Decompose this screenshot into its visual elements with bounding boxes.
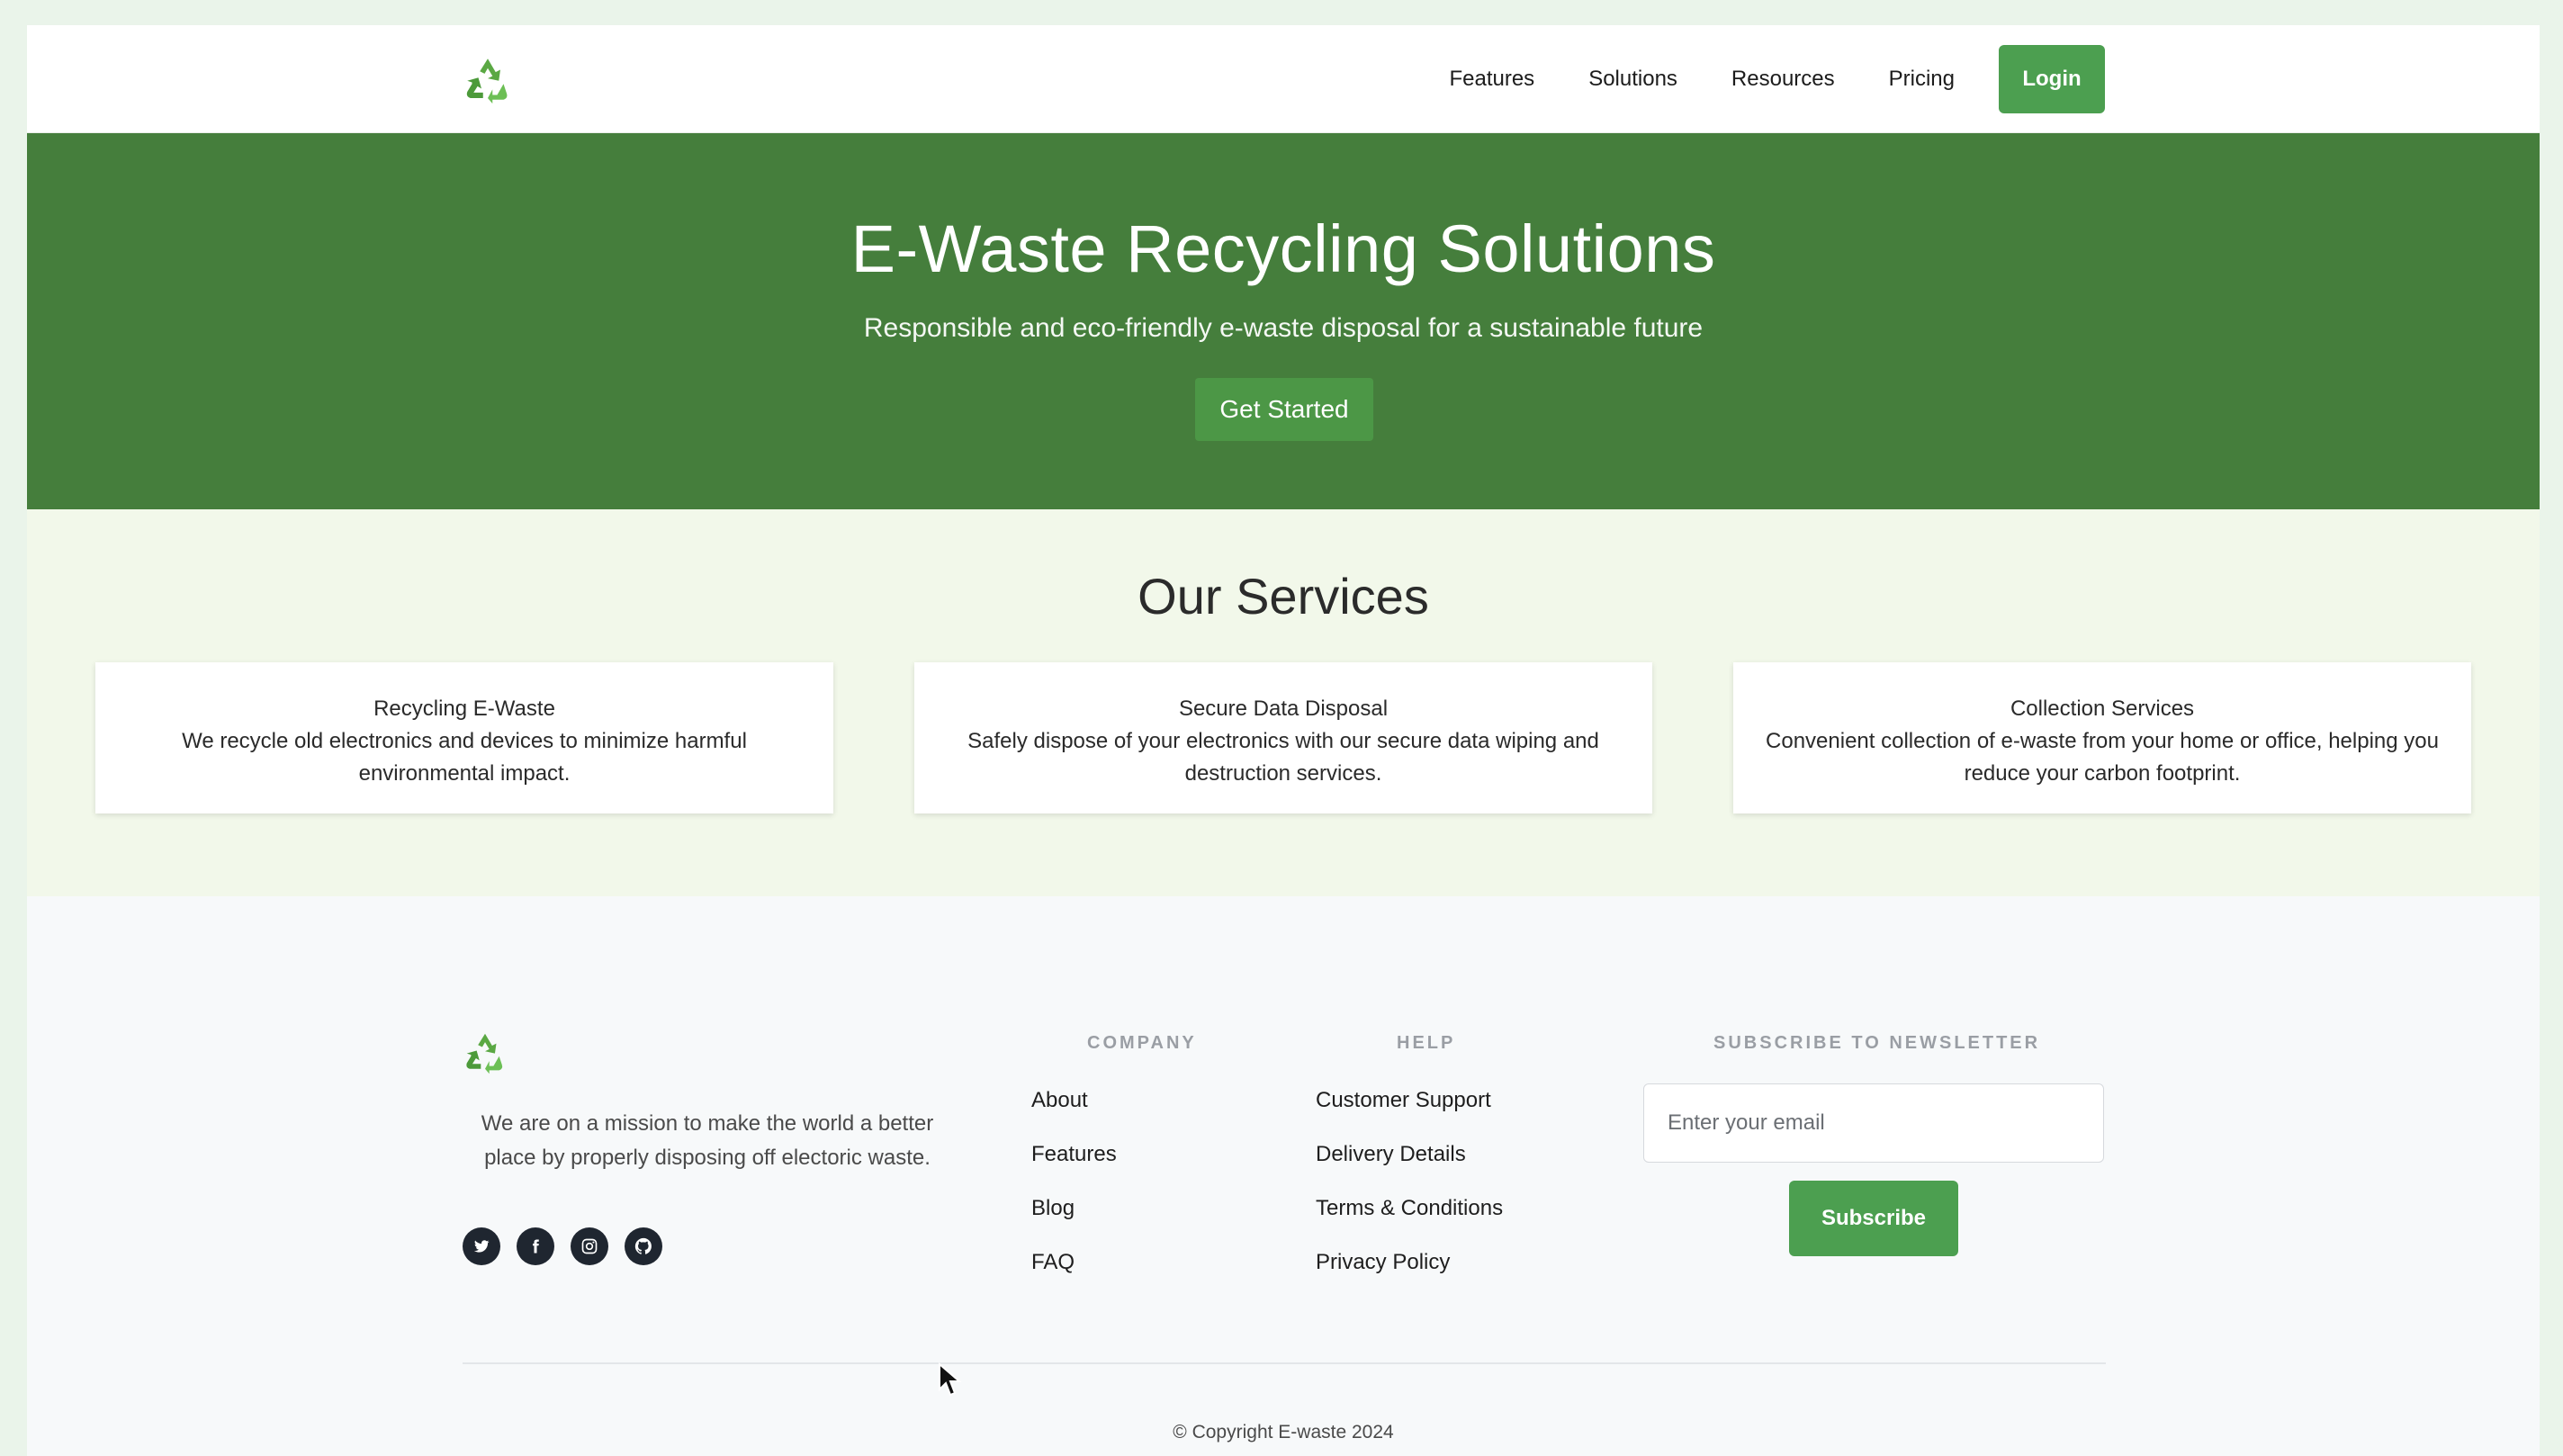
instagram-icon[interactable] — [571, 1227, 608, 1265]
footer-link-about[interactable]: About — [1031, 1087, 1117, 1141]
service-card-data-disposal: Secure Data Disposal Safely dispose of y… — [914, 662, 1652, 813]
nav-link-resources[interactable]: Resources — [1731, 67, 1835, 92]
service-cards: Recycling E-Waste We recycle old electro… — [95, 662, 2471, 813]
footer-link-faq[interactable]: FAQ — [1031, 1249, 1117, 1303]
hero-title: E-Waste Recycling Solutions — [850, 211, 1716, 286]
help-links: Customer Support Delivery Details Terms … — [1316, 1087, 1503, 1303]
get-started-button[interactable]: Get Started — [1195, 378, 1373, 441]
nav-link-features[interactable]: Features — [1449, 67, 1534, 92]
help-heading: HELP — [1397, 1033, 1456, 1053]
footer-link-privacy[interactable]: Privacy Policy — [1316, 1249, 1503, 1303]
company-heading: COMPANY — [1087, 1033, 1197, 1053]
service-card-desc: Convenient collection of e-waste from yo… — [1766, 729, 2439, 786]
nav-links: Features Solutions Resources Pricing — [1395, 25, 1955, 133]
service-card-title: Secure Data Disposal — [1178, 697, 1389, 721]
company-links: About Features Blog FAQ — [1031, 1087, 1117, 1303]
facebook-icon[interactable] — [517, 1227, 554, 1265]
service-card-collection: Collection Services Convenient collectio… — [1733, 662, 2471, 813]
footer-link-delivery-details[interactable]: Delivery Details — [1316, 1141, 1503, 1195]
footer-link-blog[interactable]: Blog — [1031, 1195, 1117, 1249]
subscribe-button[interactable]: Subscribe — [1789, 1181, 1958, 1256]
twitter-icon[interactable] — [463, 1227, 500, 1265]
footer-divider — [463, 1362, 2106, 1364]
navbar: Features Solutions Resources Pricing Log… — [27, 25, 2540, 133]
service-card-title: Collection Services — [2010, 697, 2195, 721]
footer-link-features[interactable]: Features — [1031, 1141, 1117, 1195]
service-card-desc: Safely dispose of your electronics with … — [967, 729, 1599, 786]
recycle-icon[interactable] — [463, 54, 513, 104]
services-section: Our Services Recycling E-Waste We recycl… — [27, 509, 2540, 896]
footer-link-terms[interactable]: Terms & Conditions — [1316, 1195, 1503, 1249]
nav-link-solutions[interactable]: Solutions — [1588, 67, 1677, 92]
service-card-desc: We recycle old electronics and devices t… — [182, 729, 747, 786]
github-icon[interactable] — [625, 1227, 662, 1265]
services-title: Our Services — [1138, 568, 1429, 625]
newsletter-email-input[interactable] — [1643, 1083, 2104, 1163]
footer-link-customer-support[interactable]: Customer Support — [1316, 1087, 1503, 1141]
page: Features Solutions Resources Pricing Log… — [27, 25, 2540, 1456]
footer-mission-text: We are on a mission to make the world a … — [481, 1111, 934, 1170]
service-card-recycling: Recycling E-Waste We recycle old electro… — [95, 662, 833, 813]
login-button[interactable]: Login — [1999, 45, 2105, 113]
copyright-text: © Copyright E-waste 2024 — [1173, 1422, 1394, 1443]
mouse-cursor-icon — [939, 1362, 962, 1397]
social-links — [463, 1227, 662, 1265]
nav-link-pricing[interactable]: Pricing — [1889, 67, 1955, 92]
recycle-icon[interactable] — [463, 1029, 508, 1074]
newsletter-heading: SUBSCRIBE TO NEWSLETTER — [1713, 1033, 2041, 1053]
hero-section: E-Waste Recycling Solutions Responsible … — [27, 133, 2540, 509]
hero-subtitle: Responsible and eco-friendly e-waste dis… — [863, 313, 1704, 343]
service-card-title: Recycling E-Waste — [373, 697, 555, 721]
footer: We are on a mission to make the world a … — [27, 896, 2540, 1456]
